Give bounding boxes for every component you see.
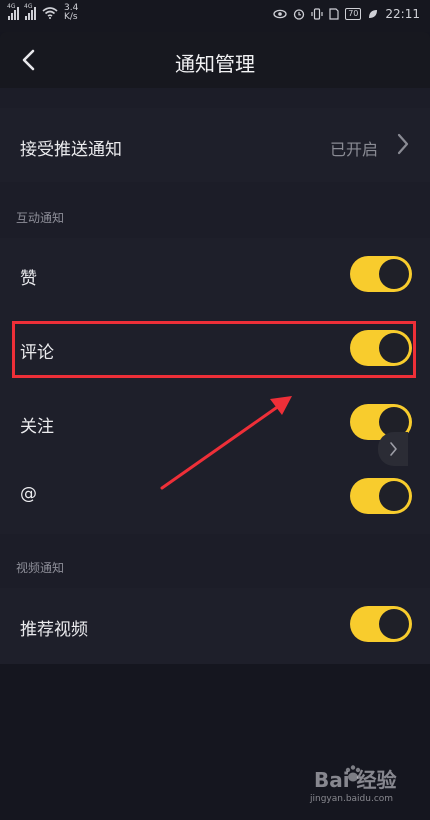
battery-icon: 70 [345, 8, 362, 20]
network-1-label: 4G [7, 3, 16, 10]
push-notification-row[interactable]: 接受推送通知 已开启 [0, 108, 430, 182]
watermark-brand: Bai 经验 [314, 768, 397, 792]
video-section-header: 视频通知 [0, 534, 430, 588]
toggle-knob [379, 259, 409, 289]
watermark-url: jingyan.baidu.com [310, 794, 394, 804]
recommended-video-toggle[interactable] [350, 606, 412, 642]
push-status: 已开启 [329, 140, 378, 159]
page-title: 通知管理 [175, 52, 255, 76]
alarm-icon [294, 9, 305, 20]
recommended-video-label: 推荐视频 [20, 620, 88, 640]
interactive-section-label: 互动通知 [16, 211, 65, 225]
header: 通知管理 [0, 32, 430, 88]
highlight-box [12, 321, 416, 378]
wifi-icon [42, 7, 58, 19]
chevron-right-icon [397, 133, 409, 155]
spacer-band [0, 88, 430, 108]
floating-side-button[interactable] [378, 432, 408, 466]
status-left: 4G 4G 3.4 K/s [7, 3, 78, 22]
toggle-knob [379, 481, 409, 511]
network-2-label: 4G [24, 3, 33, 10]
chevron-right-icon [390, 442, 397, 456]
list-item-follow: 关注 [0, 386, 430, 460]
interactive-list: 赞 评论 关注 @ [0, 238, 430, 534]
list-item-like: 赞 [0, 238, 430, 312]
list-item-recommended-video: 推荐视频 [0, 588, 430, 664]
leaf-icon [369, 10, 378, 18]
speed-unit: K/s [64, 12, 78, 22]
mention-toggle[interactable] [350, 478, 412, 514]
vibrate-icon [311, 8, 323, 20]
status-bar: 4G 4G 3.4 K/s 70 22:11 [0, 0, 430, 32]
push-label: 接受推送通知 [20, 140, 122, 160]
signal-1-icon: 4G [7, 3, 19, 20]
list-item-mention: @ [0, 460, 430, 534]
eye-icon [273, 9, 287, 19]
toggle-knob [379, 609, 409, 639]
signal-2-icon: 4G [24, 3, 36, 20]
follow-label: 关注 [20, 417, 54, 437]
like-label: 赞 [20, 269, 37, 289]
video-section-label: 视频通知 [16, 561, 65, 575]
sim-icon [329, 8, 339, 20]
like-toggle[interactable] [350, 256, 412, 292]
interactive-section-header: 互动通知 [0, 182, 430, 238]
status-right: 70 22:11 [273, 7, 420, 21]
status-time: 22:11 [385, 7, 420, 21]
watermark: Bai 经验 jingyan.baidu.com [298, 760, 418, 810]
mention-label: @ [20, 484, 37, 504]
network-speed: 3.4 K/s [64, 4, 78, 22]
